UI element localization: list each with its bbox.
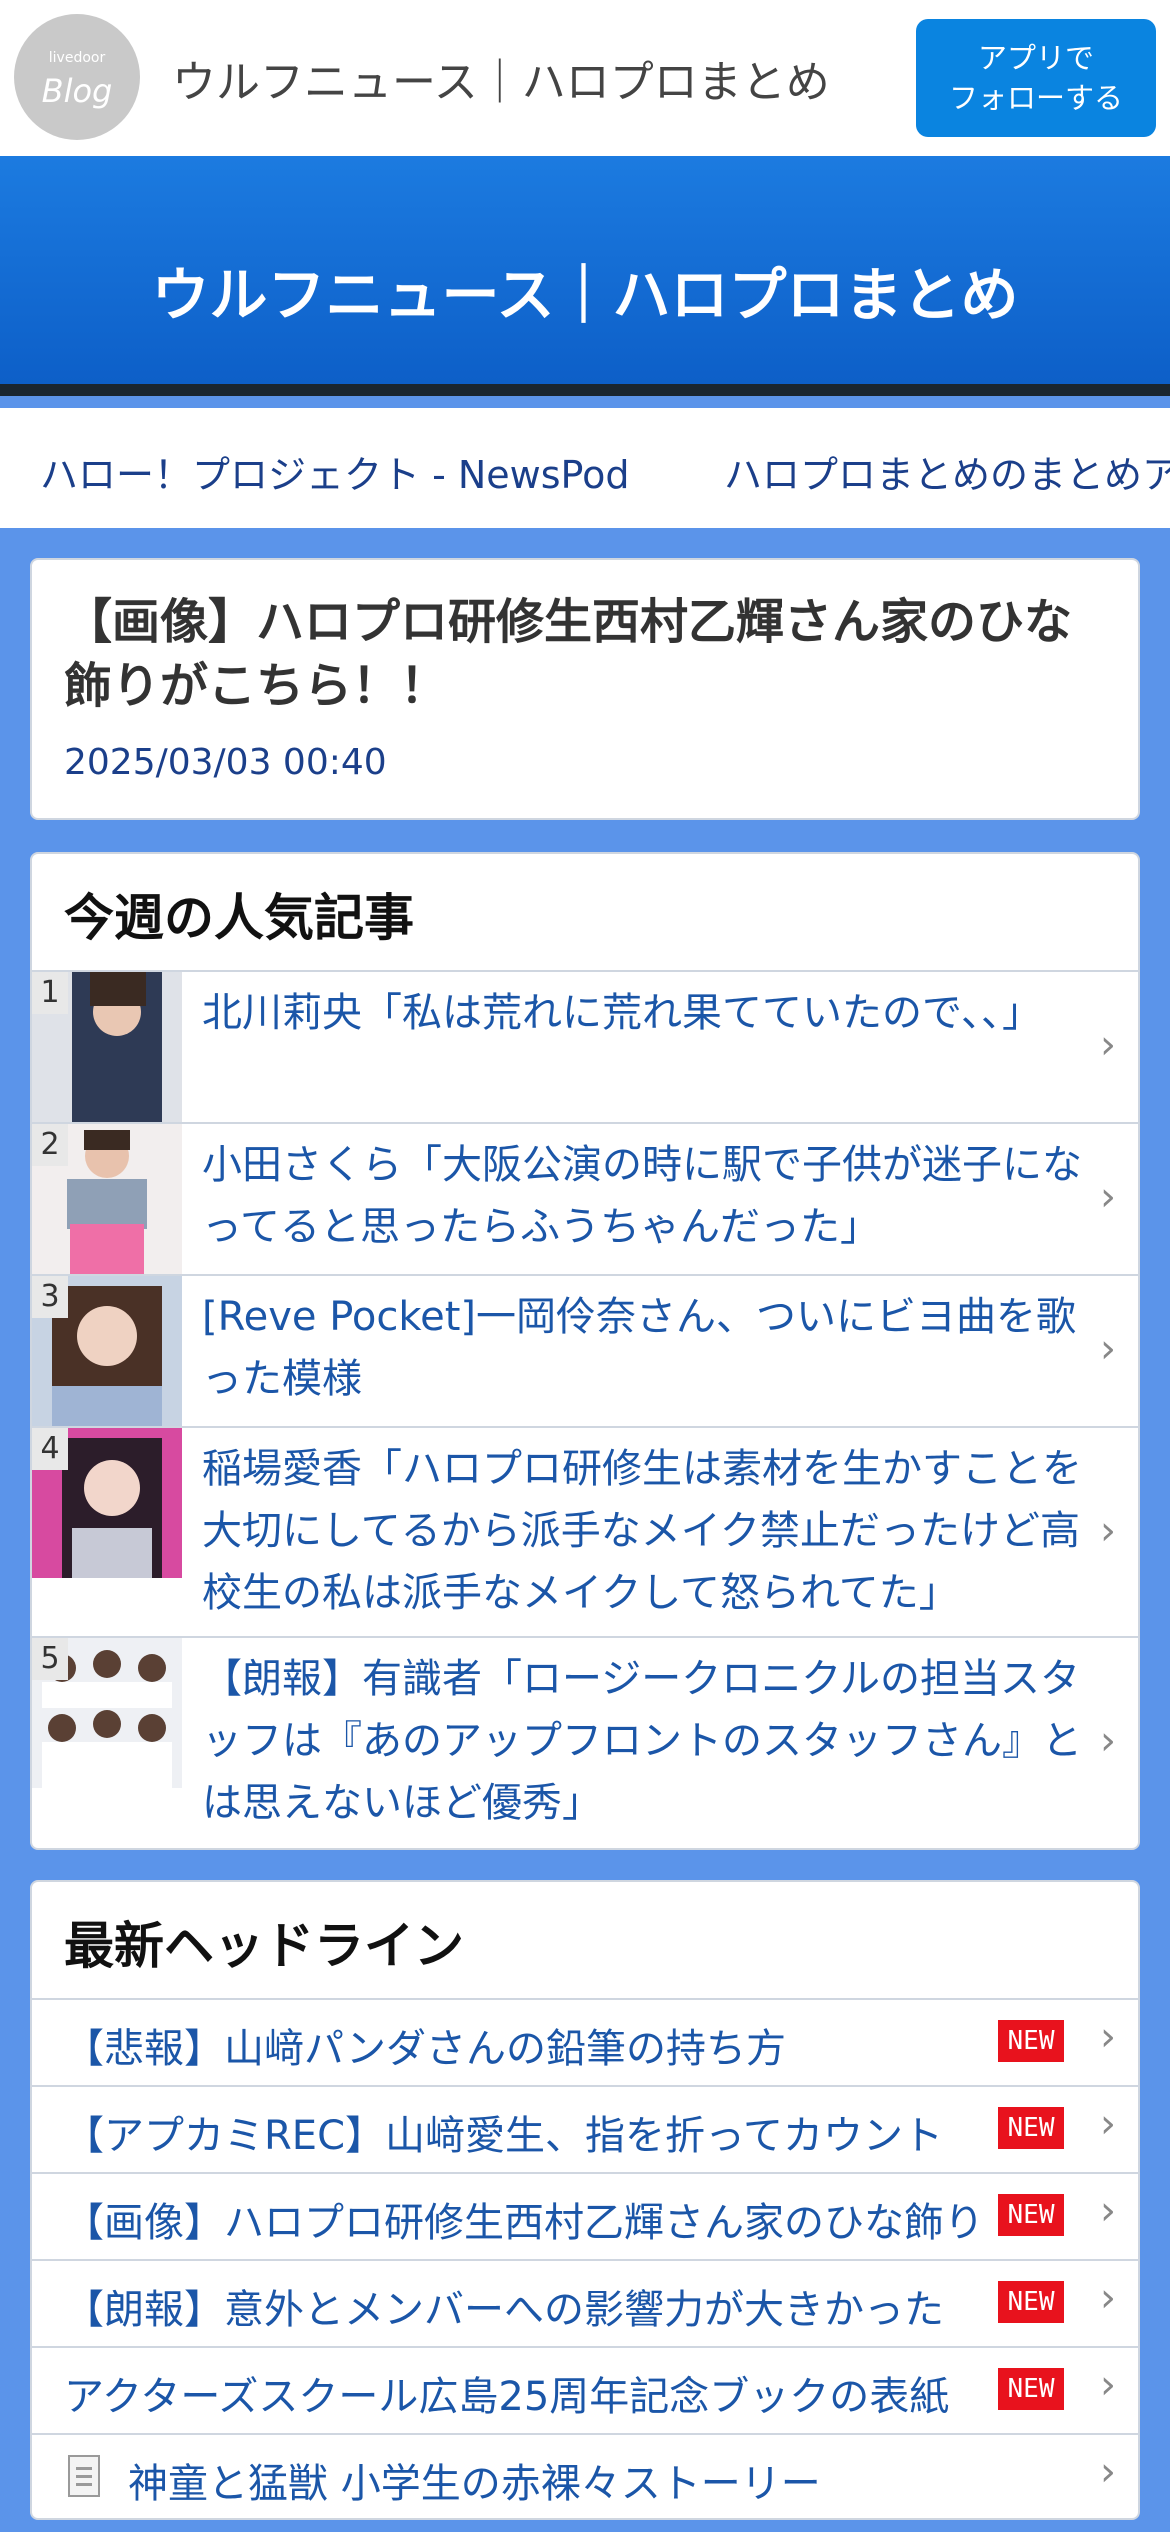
nav-link-matome[interactable]: ハロプロまとめのまとめア [724, 444, 1170, 499]
related-links-strip[interactable]: ハロー！プロジェクト - NewsPod ハロプロまとめのまとめア [0, 408, 1170, 528]
chevron-right-icon: › [1100, 2188, 1116, 2234]
nav-link-newspod[interactable]: ハロー！プロジェクト - NewsPod [40, 444, 629, 499]
logo-big-text: Blog [41, 72, 113, 110]
new-badge: NEW [998, 2368, 1064, 2410]
article-date: 2025/03/03 00:40 [64, 742, 387, 783]
new-badge: NEW [998, 2107, 1064, 2149]
ranking-title: 北川莉央「私は荒れに荒れ果てていたので､､」 [202, 990, 1042, 1036]
ranking-item[interactable]: 3 [Reve Pocket]一岡伶奈さん、ついにビヨ曲を歌った模様 › [32, 1274, 1138, 1426]
chevron-right-icon: › [1100, 2362, 1116, 2408]
chevron-right-icon: › [1100, 2101, 1116, 2147]
blog-hero-banner[interactable]: ウルフニュース｜ハロプロまとめ [0, 156, 1170, 396]
follow-in-app-button[interactable]: アプリで フォローする [916, 19, 1156, 137]
rank-number: 4 [32, 1428, 68, 1470]
headline-title: 神童と猛獣 小学生の赤裸々ストーリー [128, 2461, 821, 2507]
popular-section-title: 今週の人気記事 [64, 889, 414, 947]
headline-title: 【画像】ハロプロ研修生西村乙輝さん家のひな飾り [64, 2200, 984, 2246]
headline-title: アクターズスクール広島25周年記念ブックの表紙 [64, 2374, 950, 2420]
popular-articles-card: 今週の人気記事 1 北川莉央「私は荒れに荒れ果てていたので､､」 › 2 小田さ [30, 852, 1140, 1850]
headline-item[interactable]: 【アプカミREC】山﨑愛生、指を折ってカウント NEW › [32, 2085, 1138, 2172]
new-badge: NEW [998, 2020, 1064, 2062]
rank-number: 5 [32, 1638, 68, 1680]
new-badge: NEW [998, 2281, 1064, 2323]
headline-title: 【朗報】意外とメンバーへの影響力が大きかった [64, 2287, 944, 2333]
article-header-card: 【画像】ハロプロ研修生西村乙輝さん家のひな飾りがこちら！！ 2025/03/03… [30, 558, 1140, 820]
headline-item[interactable]: 【朗報】意外とメンバーへの影響力が大きかった NEW › [32, 2259, 1138, 2346]
headline-item[interactable]: アクターズスクール広島25周年記念ブックの表紙 NEW › [32, 2346, 1138, 2433]
ranking-title: [Reve Pocket]一岡伶奈さん、ついにビヨ曲を歌った模様 [202, 1294, 1077, 1402]
headlines-section-title: 最新ヘッドライン [64, 1917, 464, 1975]
headline-item[interactable]: 神童と猛獣 小学生の赤裸々ストーリー › [32, 2433, 1138, 2518]
ranking-item[interactable]: 4 稲場愛香「ハロプロ研修生は素材を生かすことを大切にしてるから派手なメイク禁止… [32, 1426, 1138, 1636]
ranking-item[interactable]: 5 【朗報】有識者「ロージークロニクルの担当スタッフは『あのアップフロントのスタ… [32, 1636, 1138, 1846]
livedoor-blog-logo[interactable]: livedoor Blog [14, 14, 140, 140]
logo-small-text: livedoor [48, 50, 106, 66]
top-bar: livedoor Blog ウルフニュース｜ハロプロまとめ アプリで フォローす… [0, 0, 1170, 156]
chevron-right-icon: › [1100, 1326, 1116, 1372]
rank-number: 1 [32, 972, 68, 1014]
follow-line-1: アプリで [977, 41, 1094, 75]
chevron-right-icon: › [1100, 2449, 1116, 2495]
ranking-item[interactable]: 2 小田さくら「大阪公演の時に駅で子供が迷子になってると思ったらふうちゃんだった… [32, 1122, 1138, 1274]
chevron-right-icon: › [1100, 1718, 1116, 1764]
ranking-title: 小田さくら「大阪公演の時に駅で子供が迷子になってると思ったらふうちゃんだった」 [202, 1142, 1082, 1250]
article-title: 【画像】ハロプロ研修生西村乙輝さん家のひな飾りがこちら！！ [64, 594, 1073, 714]
headline-title: 【アプカミREC】山﨑愛生、指を折ってカウント [64, 2113, 943, 2159]
document-icon [68, 2455, 100, 2497]
new-badge: NEW [998, 2194, 1064, 2236]
headline-item[interactable]: 【悲報】山﨑パンダさんの鉛筆の持ち方 NEW › [32, 1998, 1138, 2085]
follow-line-2: フォローする [948, 81, 1123, 115]
hero-title: ウルフニュース｜ハロプロまとめ [151, 261, 1019, 329]
rank-number: 3 [32, 1276, 68, 1318]
chevron-right-icon: › [1100, 1174, 1116, 1220]
ranking-title: 【朗報】有識者「ロージークロニクルの担当スタッフは『あのアップフロントのスタッフ… [202, 1656, 1082, 1826]
chevron-right-icon: › [1100, 1508, 1116, 1554]
headline-title: 【悲報】山﨑パンダさんの鉛筆の持ち方 [64, 2026, 786, 2072]
chevron-right-icon: › [1100, 1022, 1116, 1068]
chevron-right-icon: › [1100, 2014, 1116, 2060]
headline-item[interactable]: 【画像】ハロプロ研修生西村乙輝さん家のひな飾り NEW › [32, 2172, 1138, 2259]
ranking-item[interactable]: 1 北川莉央「私は荒れに荒れ果てていたので､､」 › [32, 970, 1138, 1122]
chevron-right-icon: › [1100, 2275, 1116, 2321]
site-name[interactable]: ウルフニュース｜ハロプロまとめ [172, 46, 830, 110]
rank-number: 2 [32, 1124, 68, 1166]
latest-headlines-card: 最新ヘッドライン 【悲報】山﨑パンダさんの鉛筆の持ち方 NEW › 【アプカミR… [30, 1880, 1140, 2520]
ranking-title: 稲場愛香「ハロプロ研修生は素材を生かすことを大切にしてるから派手なメイク禁止だっ… [202, 1446, 1082, 1616]
